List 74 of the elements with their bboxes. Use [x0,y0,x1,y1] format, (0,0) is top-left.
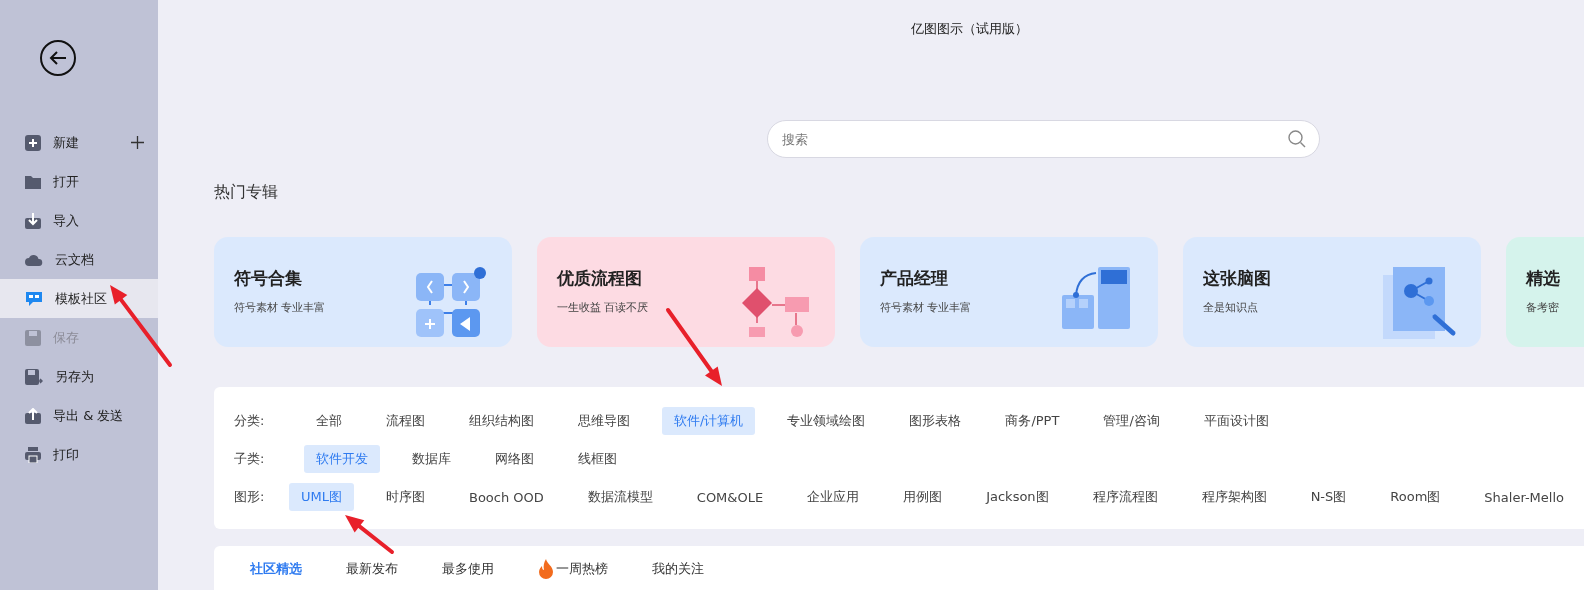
download-icon [25,212,41,229]
cloud-icon [25,253,43,266]
sidebar-item[interactable]: 云文档 [0,240,158,279]
filter-option[interactable]: 网络图 [483,445,546,473]
album-card[interactable]: 这张脑图 全是知识点 [1183,237,1481,347]
symbol-grid-icon [416,267,488,339]
printer-icon [25,446,41,463]
filter-option[interactable]: Jackson图 [974,483,1061,511]
album-card[interactable]: 精选 备考密 [1506,237,1584,347]
document-share-icon [1383,267,1457,341]
filter-option[interactable]: 图形表格 [897,407,974,435]
section-title: 热门专辑 [214,182,279,203]
card-subtitle: 符号素材 专业丰富 [234,300,326,315]
arrow-left-icon [48,50,68,66]
card-title: 产品经理 [880,267,949,290]
sidebar-item[interactable]: 打开 [0,162,158,201]
feed-tab[interactable]: 最多使用 [430,558,506,580]
filter-option[interactable]: 思维导图 [566,407,642,435]
chat-icon [25,290,43,307]
filter-option[interactable]: 企业应用 [795,483,872,511]
filter-label: 分类: [234,412,266,430]
album-card[interactable]: 优质流程图 一生收益 百读不厌 [537,237,835,347]
filter-option[interactable]: 全部 [304,407,354,435]
filter-option[interactable]: 平面设计图 [1191,407,1281,435]
card-title: 精选 [1526,267,1560,290]
filter-option[interactable]: Booch OOD [457,484,556,510]
album-card[interactable]: 符号合集 符号素材 专业丰富 [214,237,512,347]
filter-option[interactable]: 专业领域绘图 [775,407,878,435]
filter-option[interactable]: 组织结构图 [457,407,546,435]
card-title: 符号合集 [234,267,303,290]
card-title: 这张脑图 [1203,267,1271,290]
filter-option[interactable]: 管理/咨询 [1091,407,1172,435]
add-icon [25,134,41,151]
filter-option[interactable]: Room图 [1378,483,1453,511]
search-icon[interactable] [1287,130,1306,148]
window-title: 亿图图示（试用版） [910,20,1028,38]
upload-icon [25,407,41,424]
card-subtitle: 备考密 [1526,300,1560,315]
feed-tab[interactable]: 社区精选 [238,558,314,580]
filter-option[interactable]: Shaler-Mello [1472,484,1576,510]
search-field[interactable]: 搜索 [766,120,1320,158]
filter-label: 图形: [234,488,266,506]
filter-option[interactable]: 数据库 [400,445,463,473]
feed-tab[interactable]: 一周热榜 [526,558,620,580]
filter-option[interactable]: 时序图 [374,483,437,511]
card-subtitle: 符号素材 专业丰富 [880,300,972,315]
card-title: 优质流程图 [557,267,643,290]
feed-tab[interactable]: 最新发布 [334,558,410,580]
filter-option[interactable]: 用例图 [891,483,955,511]
save-as-icon [25,368,43,385]
filter-option[interactable]: 线框图 [566,445,629,473]
filter-option[interactable]: 程序架构图 [1189,483,1279,511]
sidebar-item[interactable]: 打印 [0,435,158,474]
filter-option[interactable]: 流程图 [374,407,437,435]
filter-option[interactable]: 商务/PPT [993,407,1072,435]
back-button[interactable] [40,40,76,76]
feed-tab[interactable]: 我的关注 [640,558,716,580]
sidebar-item[interactable]: 导出 & 发送 [0,396,158,435]
sidebar-item[interactable]: 导入 [0,201,158,240]
filter-option[interactable]: N-S图 [1298,483,1359,511]
plus-icon[interactable] [131,136,144,149]
filter-option[interactable]: 数据流模型 [575,483,665,511]
folder-icon [25,174,41,189]
filter-option[interactable]: COM&OLE [684,484,776,510]
sidebar-item[interactable]: 另存为 [0,357,158,396]
save-icon [25,329,41,346]
card-subtitle: 一生收益 百读不厌 [557,300,649,315]
filter-label: 子类: [234,450,266,468]
album-card[interactable]: 产品经理 符号素材 专业丰富 [860,237,1158,347]
sidebar-item[interactable]: 模板社区 [0,279,158,318]
sidebar-item[interactable]: 新建 [0,123,158,162]
annotation-arrow [345,515,394,554]
filter-option[interactable]: 程序流程图 [1080,483,1170,511]
card-subtitle: 全是知识点 [1203,300,1259,315]
